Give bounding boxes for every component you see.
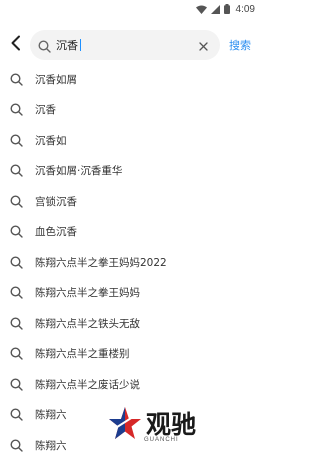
search-icon: [9, 316, 23, 330]
signal-icon: [210, 4, 220, 14]
battery-icon: [223, 4, 230, 14]
suggestion-label: 陈翔六点半之重楼别: [35, 348, 130, 361]
watermark-subtitle: GUANCHI: [144, 437, 179, 443]
suggestion-item[interactable]: 沉香如屑·沉香重华: [0, 156, 263, 187]
suggestion-label: 陈翔六点半之铁头无敌: [35, 317, 140, 330]
suggestion-item[interactable]: 宫锁沉香: [0, 186, 263, 217]
search-icon: [9, 286, 23, 300]
search-icon: [9, 194, 23, 208]
suggestion-item[interactable]: 陈翔六点半之拳王妈妈: [0, 278, 263, 309]
suggestion-label: 陈翔六: [35, 439, 67, 452]
search-icon: [9, 255, 23, 269]
suggestion-item[interactable]: 陈翔六点半之铁头无敌: [0, 308, 263, 339]
wifi-icon: [195, 5, 207, 14]
back-button[interactable]: [4, 32, 28, 58]
text-cursor: [80, 39, 81, 51]
suggestion-label: 陈翔六点半之废话少说: [35, 378, 140, 391]
suggestion-label: 沉香如: [35, 134, 67, 147]
search-icon: [9, 164, 23, 178]
search-box[interactable]: [30, 30, 220, 60]
search-icon: [9, 72, 23, 86]
watermark-logo: 观驰 GUANCHI: [108, 403, 220, 448]
suggestion-item[interactable]: 陈翔六点半之重楼别: [0, 339, 263, 370]
suggestion-item[interactable]: 沉香如: [0, 125, 263, 156]
search-header: 搜索: [0, 28, 263, 62]
clear-button[interactable]: [196, 37, 210, 53]
suggestion-label: 陈翔六点半之拳王妈妈2022: [35, 256, 167, 269]
search-icon: [9, 103, 23, 117]
suggestion-label: 陈翔六: [35, 409, 67, 422]
suggestion-label: 陈翔六点半之拳王妈妈: [35, 287, 140, 300]
suggestion-label: 沉香: [35, 104, 56, 117]
search-icon: [9, 408, 23, 422]
watermark-title: 观驰: [146, 410, 197, 439]
suggestion-item[interactable]: 陈翔六点半之废话少说: [0, 369, 263, 400]
search-icon: [9, 133, 23, 147]
suggestion-label: 宫锁沉香: [35, 195, 77, 208]
search-icon: [38, 38, 51, 57]
suggestion-label: 血色沉香: [35, 226, 77, 239]
search-icon: [9, 438, 23, 452]
suggestion-label: 沉香如屑·沉香重华: [35, 165, 123, 178]
close-icon: [198, 36, 208, 55]
search-icon: [9, 347, 23, 361]
search-icon: [9, 377, 23, 391]
suggestion-item[interactable]: 沉香如屑: [0, 64, 263, 95]
star-logo-icon: [108, 405, 142, 447]
suggestion-item[interactable]: 血色沉香: [0, 217, 263, 248]
suggestion-label: 沉香如屑: [35, 73, 77, 86]
status-bar: 4:09: [0, 0, 263, 18]
status-time: 4:09: [235, 3, 255, 15]
chevron-left-icon: [10, 35, 22, 55]
suggestion-item[interactable]: 沉香: [0, 95, 263, 126]
suggestion-list: 沉香如屑沉香沉香如沉香如屑·沉香重华 宫锁沉香血色沉香陈翔六点半之拳王妈妈2022…: [0, 64, 263, 461]
search-icon: [9, 225, 23, 239]
suggestion-item[interactable]: 陈翔六点半之拳王妈妈2022: [0, 247, 263, 278]
search-submit-button[interactable]: 搜索: [222, 37, 258, 53]
search-input[interactable]: [56, 35, 191, 55]
